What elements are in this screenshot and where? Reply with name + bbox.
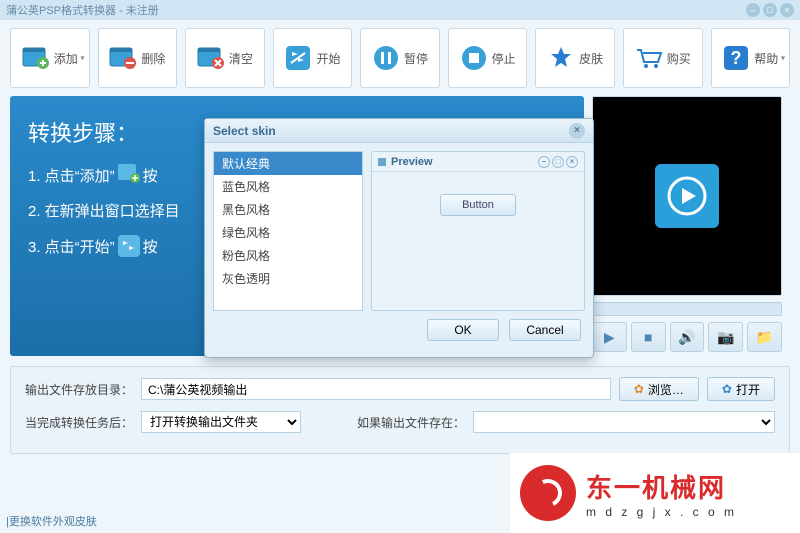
gear-icon: ✿ — [634, 382, 644, 396]
square-icon — [378, 158, 386, 166]
watermark-text: 东一机械网 — [586, 468, 737, 505]
seek-slider[interactable] — [592, 302, 782, 316]
clear-button[interactable]: 清空 — [185, 28, 265, 88]
skin-item[interactable]: 蓝色风格 — [214, 175, 362, 198]
toolbar: 添加 ▾ 删除 清空 开始 暂停 停止 皮肤 购买 ? 帮助 ▾ — [0, 20, 800, 96]
watermark-url: m d z g j x . c o m — [586, 505, 737, 519]
play-button[interactable]: ▶ — [592, 322, 627, 352]
help-label: 帮助 — [754, 50, 778, 67]
skin-item[interactable]: 黑色风格 — [214, 198, 362, 221]
caret-icon: ▾ — [781, 54, 785, 63]
skin-item[interactable]: 灰色透明 — [214, 267, 362, 290]
dialog-close-button[interactable]: × — [569, 123, 585, 139]
preview-max-icon: □ — [552, 156, 564, 168]
watermark: 东一机械网 m d z g j x . c o m — [510, 453, 800, 533]
ok-button[interactable]: OK — [427, 319, 499, 341]
open-button[interactable]: ✿打开 — [707, 377, 775, 401]
help-icon: ? — [722, 44, 750, 72]
stop-label: 停止 — [492, 50, 516, 67]
clear-icon — [197, 44, 225, 72]
star-icon — [547, 44, 575, 72]
skin-item[interactable]: 默认经典 — [214, 152, 362, 175]
output-dir-input[interactable] — [141, 378, 611, 400]
open-folder-button[interactable]: 📁 — [747, 322, 782, 352]
svg-text:?: ? — [731, 48, 742, 68]
stop-icon — [460, 44, 488, 72]
start-button[interactable]: 开始 — [273, 28, 353, 88]
add-icon — [22, 44, 50, 72]
maximize-button[interactable]: □ — [763, 3, 777, 17]
browse-button[interactable]: ✿浏览… — [619, 377, 699, 401]
cancel-button[interactable]: Cancel — [509, 319, 581, 341]
play-icon — [655, 164, 719, 228]
skin-item[interactable]: 绿色风格 — [214, 221, 362, 244]
preview-title: Preview — [391, 156, 433, 168]
if-exist-label: 如果输出文件存在： — [357, 414, 465, 431]
buy-button[interactable]: 购买 — [623, 28, 703, 88]
add-button[interactable]: 添加 ▾ — [10, 28, 90, 88]
video-preview — [592, 96, 782, 296]
title-bar: 蒲公英PSP格式转换器 - 未注册 – □ × — [0, 0, 800, 20]
pause-button[interactable]: 暂停 — [360, 28, 440, 88]
preview-min-icon: – — [538, 156, 550, 168]
caret-icon: ▾ — [81, 54, 85, 63]
skin-list[interactable]: 默认经典蓝色风格黑色风格绿色风格粉色风格灰色透明 — [213, 151, 363, 311]
delete-icon — [109, 44, 137, 72]
clear-label: 清空 — [229, 50, 253, 67]
output-dir-label: 输出文件存放目录： — [25, 381, 133, 398]
start-icon — [118, 235, 140, 257]
change-skin-link[interactable]: |更换软件外观皮肤 — [6, 513, 97, 529]
preview-close-icon: × — [566, 156, 578, 168]
add-icon — [118, 164, 140, 186]
gear-icon: ✿ — [722, 382, 732, 396]
pause-icon — [372, 44, 400, 72]
stop-preview-button[interactable]: ■ — [631, 322, 666, 352]
skin-item[interactable]: 粉色风格 — [214, 244, 362, 267]
output-panel: 输出文件存放目录： ✿浏览… ✿打开 当完成转换任务后： 打开转换输出文件夹 如… — [10, 366, 790, 454]
snapshot-button[interactable]: 📷 — [708, 322, 743, 352]
select-skin-dialog: Select skin × 默认经典蓝色风格黑色风格绿色风格粉色风格灰色透明 P… — [204, 118, 594, 358]
minimize-button[interactable]: – — [746, 3, 760, 17]
volume-button[interactable]: 🔊 — [670, 322, 705, 352]
delete-button[interactable]: 删除 — [98, 28, 178, 88]
preview-controls: ▶ ■ 🔊 📷 📁 — [592, 322, 782, 352]
help-button[interactable]: ? 帮助 ▾ — [711, 28, 791, 88]
after-task-select[interactable]: 打开转换输出文件夹 — [141, 411, 301, 433]
skin-button[interactable]: 皮肤 — [535, 28, 615, 88]
skin-preview-panel: Preview – □ × Button — [371, 151, 585, 311]
close-button[interactable]: × — [780, 3, 794, 17]
watermark-logo — [520, 465, 576, 521]
buy-label: 购买 — [667, 50, 691, 67]
dialog-titlebar: Select skin × — [205, 119, 593, 143]
skin-label: 皮肤 — [579, 50, 603, 67]
start-label: 开始 — [316, 50, 340, 67]
window-title: 蒲公英PSP格式转换器 - 未注册 — [6, 2, 159, 18]
if-exist-select[interactable] — [473, 411, 775, 433]
pause-label: 暂停 — [404, 50, 428, 67]
after-task-label: 当完成转换任务后： — [25, 414, 133, 431]
preview-sample-button: Button — [440, 194, 516, 216]
delete-label: 删除 — [141, 50, 165, 67]
cart-icon — [635, 44, 663, 72]
add-label: 添加 — [54, 50, 78, 67]
stop-button[interactable]: 停止 — [448, 28, 528, 88]
dialog-title: Select skin — [213, 124, 276, 138]
start-icon — [284, 44, 312, 72]
preview-column: ▶ ■ 🔊 📷 📁 — [592, 96, 782, 356]
